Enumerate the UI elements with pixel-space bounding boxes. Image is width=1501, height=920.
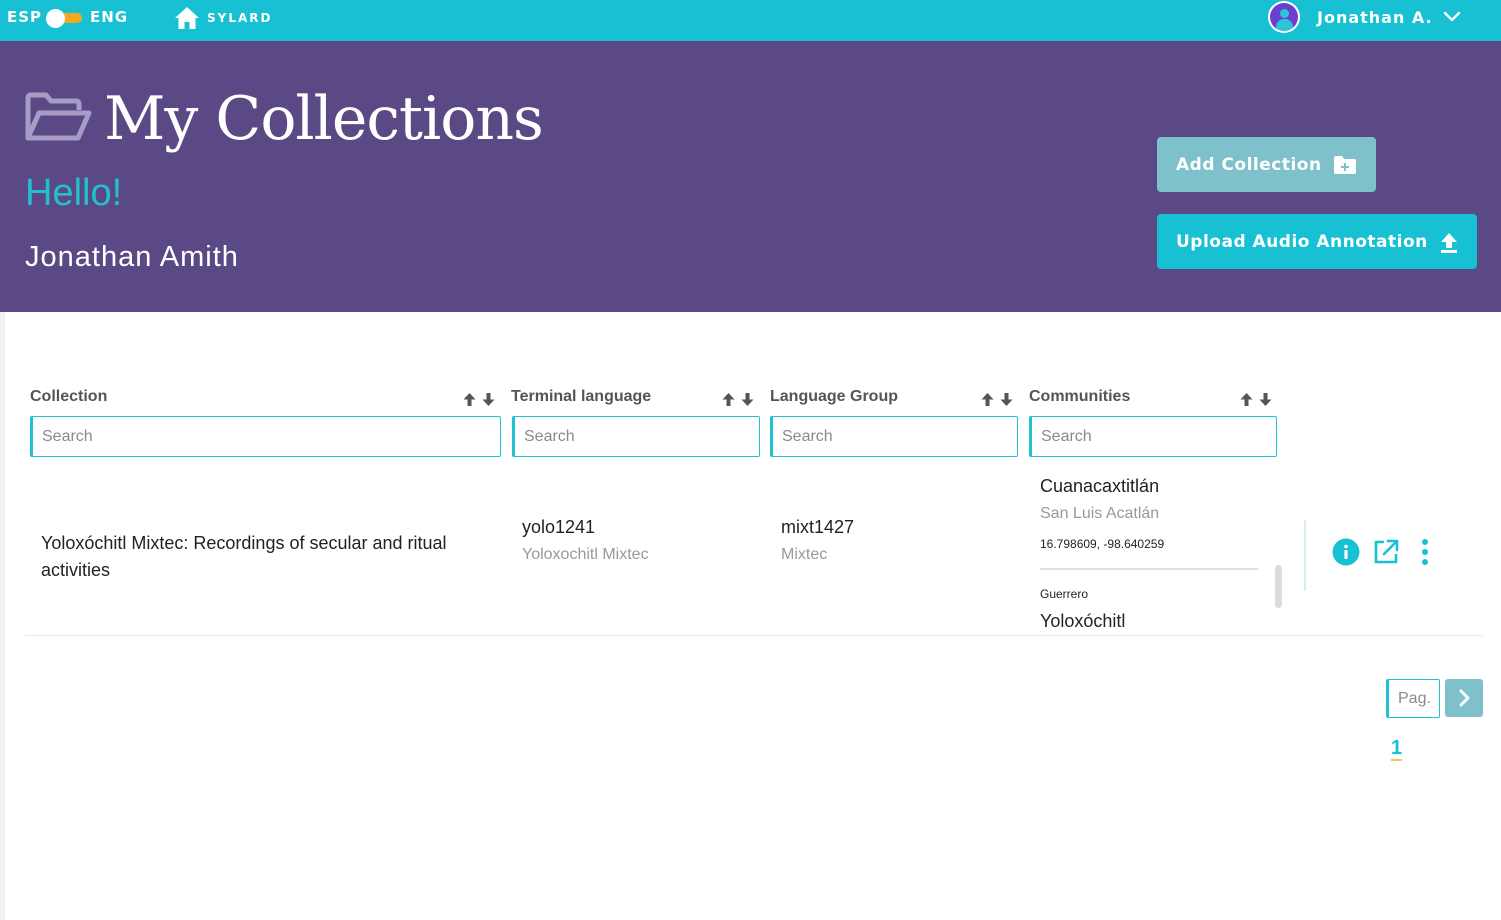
- more-vertical-icon[interactable]: [1411, 538, 1439, 566]
- page-header: My Collections Hello! Jonathan Amith Add…: [0, 41, 1501, 312]
- language-esp-label[interactable]: ESP: [7, 8, 42, 26]
- column-header-language-group: Language Group: [770, 388, 898, 405]
- page-link-current[interactable]: 1: [1391, 737, 1403, 761]
- search-collection-input[interactable]: [30, 416, 501, 457]
- language-group-name: Mixtec: [781, 546, 828, 563]
- sort-communities[interactable]: [1239, 392, 1277, 408]
- community-name: Yoloxóchitl: [1040, 611, 1126, 631]
- sort-language-group[interactable]: [980, 392, 1018, 408]
- info-icon[interactable]: [1332, 538, 1360, 566]
- community-state: Guerrero: [1040, 587, 1089, 601]
- community-name: Cuanacaxtitlán: [1040, 476, 1160, 496]
- sort-down-icon[interactable]: [481, 392, 496, 407]
- column-header-collection: Collection: [30, 388, 108, 405]
- next-page-button[interactable]: [1445, 679, 1483, 717]
- page-title: My Collections: [104, 84, 544, 154]
- community-coordinates: 16.798609, -98.640259: [1040, 537, 1165, 551]
- left-edge: [0, 312, 5, 920]
- sort-down-icon[interactable]: [1258, 392, 1273, 407]
- add-collection-button[interactable]: Add Collection: [1157, 137, 1376, 192]
- brand-name: SYLARD: [207, 11, 273, 25]
- upload-audio-annotation-label: Upload Audio Annotation: [1176, 231, 1428, 252]
- communities-scrollbar[interactable]: [1275, 565, 1282, 608]
- actions-divider: [1304, 520, 1306, 591]
- sort-up-icon[interactable]: [462, 392, 477, 407]
- top-bar: ESP ENG SYLARD Jonathan A.: [0, 0, 1501, 41]
- chevron-right-icon: [1459, 689, 1470, 707]
- community-divider: [1040, 568, 1258, 570]
- sort-up-icon[interactable]: [721, 392, 736, 407]
- community-municipality: San Luis Acatlán: [1040, 505, 1160, 522]
- column-header-communities: Communities: [1029, 388, 1131, 405]
- user-menu[interactable]: Jonathan A.: [1268, 0, 1461, 34]
- sort-down-icon[interactable]: [740, 392, 755, 407]
- search-communities-input[interactable]: [1029, 416, 1277, 457]
- add-collection-label: Add Collection: [1176, 154, 1322, 175]
- search-terminal-language-input[interactable]: [512, 416, 760, 457]
- open-external-icon[interactable]: [1372, 538, 1400, 566]
- terminal-language-name: Yoloxochitl Mixtec: [522, 546, 649, 563]
- user-avatar-icon: [1268, 1, 1300, 33]
- user-name: Jonathan A.: [1317, 7, 1433, 27]
- user-full-name: Jonathan Amith: [25, 241, 239, 273]
- search-language-group-input[interactable]: [770, 416, 1018, 457]
- language-eng-label[interactable]: ENG: [90, 8, 128, 26]
- sort-up-icon[interactable]: [1239, 392, 1254, 407]
- home-icon: [175, 7, 199, 29]
- column-header-terminal-language: Terminal language: [511, 388, 652, 405]
- folder-plus-icon: [1333, 155, 1356, 174]
- sort-down-icon[interactable]: [999, 392, 1014, 407]
- page-number-input[interactable]: [1386, 679, 1440, 718]
- collection-title: Yoloxóchitl Mixtec: Recordings of secula…: [41, 533, 447, 580]
- upload-audio-annotation-button[interactable]: Upload Audio Annotation: [1157, 214, 1477, 269]
- folder-open-icon: [25, 92, 92, 141]
- brand-link[interactable]: SYLARD: [174, 5, 272, 31]
- sort-up-icon[interactable]: [980, 392, 995, 407]
- sort-terminal-language[interactable]: [721, 392, 759, 408]
- upload-icon: [1440, 232, 1457, 253]
- sort-collection[interactable]: [462, 392, 500, 408]
- terminal-language-code: yolo1241: [522, 517, 596, 537]
- greeting: Hello!: [25, 172, 123, 214]
- row-divider: [25, 635, 1483, 636]
- language-toggle-knob: [46, 9, 65, 28]
- language-toggle[interactable]: [46, 9, 84, 28]
- language-group-code: mixt1427: [781, 517, 855, 537]
- chevron-down-icon: [1443, 11, 1460, 22]
